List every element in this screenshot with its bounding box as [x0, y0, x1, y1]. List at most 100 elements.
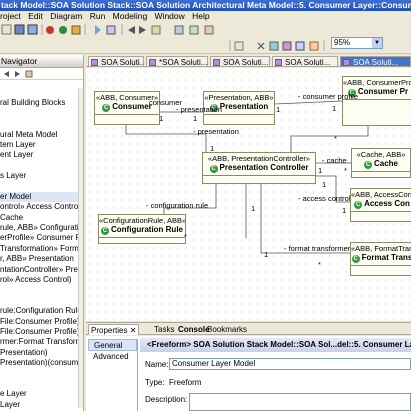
name-field[interactable]: Consumer Layer Model: [169, 358, 411, 370]
save-all-icon[interactable]: [27, 24, 38, 35]
tree-item[interactable]: tem Layer: [0, 140, 79, 150]
description-field[interactable]: [189, 393, 411, 411]
editor-tab-1[interactable]: SOA Soluti...: [88, 56, 144, 66]
tree-item[interactable]: [0, 119, 79, 129]
section-general[interactable]: General: [88, 339, 137, 351]
zoom-select[interactable]: 95% ▼: [331, 37, 383, 49]
forward-icon[interactable]: [139, 26, 146, 34]
menu-diagram[interactable]: Diagram: [50, 11, 82, 21]
tree-item[interactable]: File:Consumer Profile): [0, 317, 80, 327]
arrange-icon[interactable]: [189, 25, 199, 35]
editor-tab-3[interactable]: SOA Soluti...: [210, 56, 270, 66]
tree-item[interactable]: [0, 161, 79, 171]
tree-item[interactable]: rol» Access Control): [0, 275, 79, 285]
line-color-icon[interactable]: [282, 41, 292, 51]
tree-item[interactable]: rule, ABB» Configuration: [0, 223, 83, 233]
run-icon[interactable]: [59, 26, 67, 34]
mult-many-b: *: [184, 232, 187, 241]
tree-item[interactable]: [0, 369, 79, 379]
mult-1-f: 1: [318, 166, 323, 175]
tree-item[interactable]: rule:Configuration Rule): [0, 306, 83, 316]
class-icon: C: [209, 165, 218, 173]
save-icon[interactable]: [14, 24, 25, 35]
tab-properties[interactable]: Properties ✕: [88, 324, 140, 335]
menu-project[interactable]: roject: [0, 11, 21, 21]
select-all-icon[interactable]: [309, 41, 319, 51]
mult-1-d: 1: [332, 104, 337, 113]
node-format-transformer[interactable]: «ABB, FormatTransf CFormat Trans: [350, 242, 411, 276]
menu-run[interactable]: Run: [90, 11, 106, 21]
editor-tab-2[interactable]: *SOA Soluti...: [146, 56, 208, 66]
tree-item[interactable]: Presentation)(consumer:C: [0, 358, 83, 368]
up-icon[interactable]: [25, 70, 33, 78]
last-edit-icon[interactable]: [151, 25, 161, 35]
tree-item[interactable]: ral Building Blocks: [0, 98, 79, 108]
new-icon[interactable]: [1, 24, 12, 35]
align-icon[interactable]: [204, 25, 214, 35]
diagram-icon: [213, 59, 220, 66]
node-consumer-profile[interactable]: «ABB, ConsumerProf C Consumer Pr: [342, 76, 411, 126]
editor-tab-5-active[interactable]: SOA Soluti...: [340, 56, 411, 66]
tab-tasks[interactable]: Tasks: [154, 324, 174, 335]
tree-item[interactable]: ural Meta Model: [0, 130, 79, 140]
tree-item[interactable]: [0, 88, 79, 98]
assoc-controller-format[interactable]: [260, 180, 350, 254]
external-tools-icon[interactable]: [71, 25, 81, 35]
delete-icon[interactable]: [257, 42, 265, 50]
tree-item[interactable]: s Layer: [0, 171, 79, 181]
node-configuration-rule[interactable]: «ConfigurationRule, ABB» C Configuration …: [98, 214, 186, 244]
menu-edit[interactable]: Edit: [28, 11, 43, 21]
open-type-icon[interactable]: [95, 25, 101, 35]
line-style-icon[interactable]: [295, 41, 305, 51]
tree-item[interactable]: [0, 109, 79, 119]
properties-header: <Freeform> SOA Solution Stack Model::SOA…: [140, 338, 411, 352]
tree-item[interactable]: [0, 285, 79, 295]
tree-item[interactable]: Presentation): [0, 348, 79, 358]
class-icon: C: [363, 161, 372, 169]
editor-tab-4[interactable]: SOA Soluti...: [272, 56, 338, 66]
navigator-tab[interactable]: Navigator: [0, 55, 83, 68]
debug-icon[interactable]: [46, 26, 54, 34]
layout-icon[interactable]: [174, 25, 184, 35]
tree-item[interactable]: [0, 296, 79, 306]
fill-color-icon[interactable]: [269, 41, 279, 51]
back-icon[interactable]: [128, 26, 135, 34]
node-presentation-controller[interactable]: «ABB, PresentationController» C Presentat…: [202, 152, 316, 184]
tree-item[interactable]: ntationController» Presentat: [0, 265, 83, 275]
tree-item[interactable]: [0, 379, 79, 389]
search-icon[interactable]: [106, 25, 116, 35]
tree-item[interactable]: rmer:Format Transforma: [0, 337, 83, 347]
tree-item[interactable]: er Model: [0, 191, 79, 203]
diagram-icon: [149, 59, 156, 66]
tree-item[interactable]: ontrol» Access Control: [0, 202, 80, 212]
node-cache[interactable]: «Cache, ABB» C Cache: [351, 148, 411, 178]
tab-bookmarks[interactable]: Bookmarks: [207, 324, 247, 335]
window-title: tack Model::SOA Solution Stack::SOA Solu…: [0, 0, 411, 11]
tree-item[interactable]: e Layer: [0, 389, 79, 399]
tree-item[interactable]: erProfile» Consumer Profil: [0, 233, 83, 243]
forward-icon[interactable]: [15, 71, 20, 77]
font-icon[interactable]: [234, 41, 244, 51]
tree-item[interactable]: r, ABB» Presentation: [0, 254, 79, 264]
section-advanced[interactable]: Advanced: [88, 351, 137, 363]
properties-sections: General Advanced: [88, 339, 138, 411]
menu-window[interactable]: Window: [155, 11, 185, 21]
node-access-control[interactable]: «ABB, AccessControl CAccess Con: [350, 188, 411, 222]
diagram-canvas[interactable]: «ABB, Consumer» C Consumer «Presentation,…: [86, 68, 411, 321]
tree-item[interactable]: Layer: [0, 400, 79, 410]
tab-console[interactable]: Console: [178, 324, 210, 335]
close-icon[interactable]: ✕: [130, 326, 137, 335]
mult-many-d: *: [334, 134, 337, 143]
node-consumer[interactable]: «ABB, Consumer» C Consumer: [94, 91, 160, 125]
navigator-scrollbar[interactable]: [78, 88, 83, 408]
tree-item[interactable]: File:Consumer Profile): [0, 327, 80, 337]
tree-item[interactable]: [0, 182, 79, 192]
mult-1-j: 1: [264, 250, 269, 259]
tree-item[interactable]: Cache: [0, 213, 79, 223]
back-icon[interactable]: [4, 71, 9, 77]
chevron-down-icon[interactable]: ▼: [372, 38, 382, 48]
menu-help[interactable]: Help: [192, 11, 209, 21]
tree-item[interactable]: ent Layer: [0, 150, 79, 160]
tree-item[interactable]: Transformation» Format Tr: [0, 244, 83, 254]
menu-modeling[interactable]: Modeling: [113, 11, 148, 21]
